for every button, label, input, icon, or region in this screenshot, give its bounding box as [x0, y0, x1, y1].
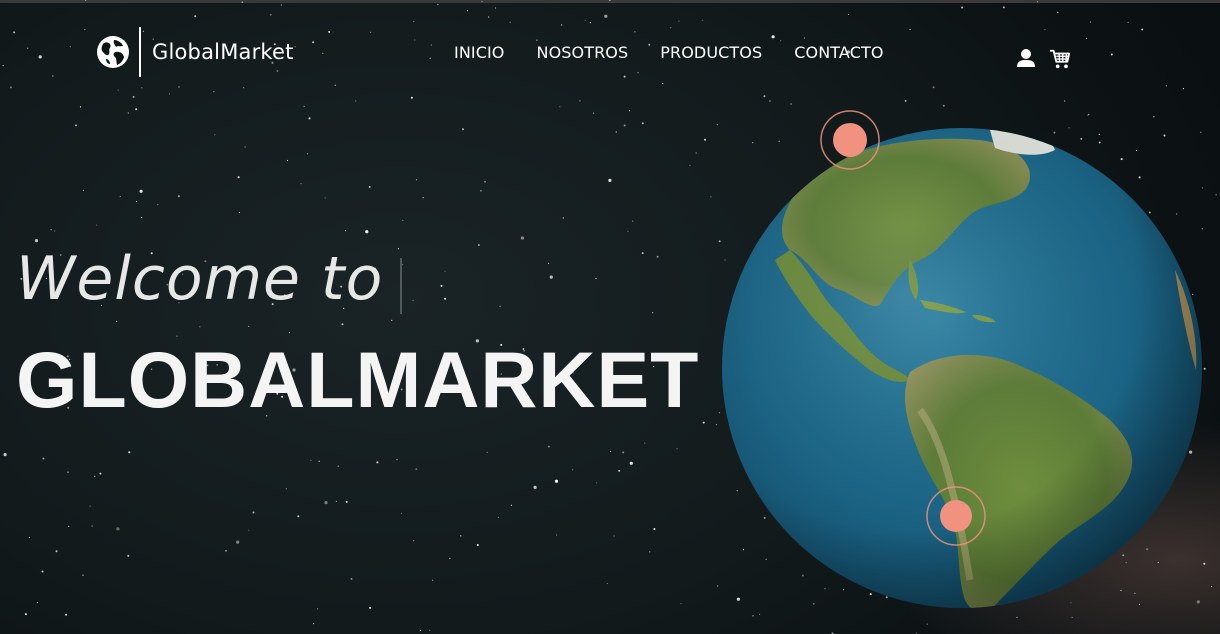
header-actions — [1015, 47, 1071, 71]
brand-name: GlobalMarket — [152, 40, 294, 64]
earth-globe-illustration — [722, 110, 1202, 608]
main-nav: INICIO NOSOTROS PRODUCTOS CONTACTO — [454, 43, 884, 62]
nav-link-inicio[interactable]: INICIO — [454, 43, 505, 62]
globe-icon — [97, 36, 129, 68]
hero-title: GLOBALMARKET — [16, 335, 700, 424]
nav-link-contacto[interactable]: CONTACTO — [794, 43, 883, 62]
logo-divider — [139, 27, 141, 77]
user-icon[interactable] — [1015, 47, 1037, 71]
welcome-heading: Welcome to — [16, 244, 384, 314]
globe-shading — [722, 128, 1202, 608]
text-cursor — [400, 258, 402, 314]
shopping-cart-icon[interactable] — [1049, 47, 1071, 71]
nav-link-productos[interactable]: PRODUCTOS — [660, 43, 762, 62]
nav-link-nosotros[interactable]: NOSOTROS — [537, 43, 629, 62]
hero-section: GlobalMarket INICIO NOSOTROS PRODUCTOS C… — [0, 0, 1220, 634]
brand-logo[interactable]: GlobalMarket — [96, 26, 294, 78]
